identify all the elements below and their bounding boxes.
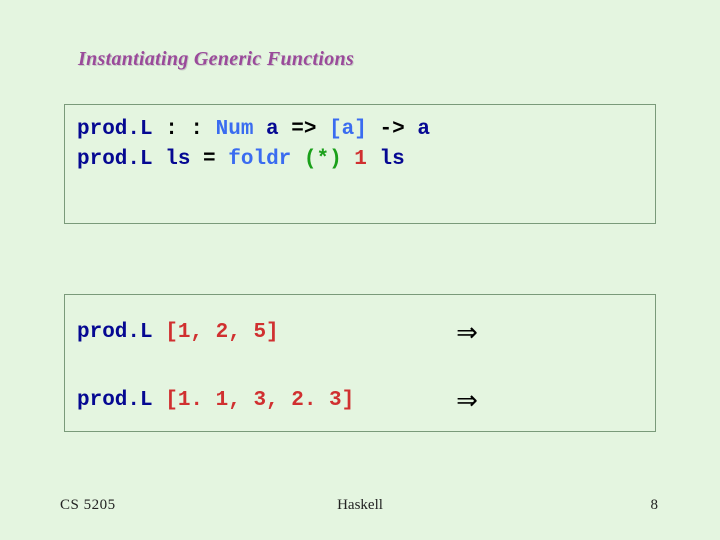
tok-ls: ls (153, 148, 203, 171)
footer-page: 8 (651, 497, 659, 514)
ident-prodl-ex2: prod.L (77, 389, 153, 412)
tok-a: a (253, 118, 291, 141)
tok-a2: a (417, 118, 430, 141)
slide-title: Instantiating Generic Functions (78, 48, 354, 71)
slide: Instantiating Generic Functions prod.L :… (0, 0, 720, 540)
example-1-code: prod.L [1, 2, 5] (77, 318, 407, 348)
tok-fatarrow: => (291, 118, 329, 141)
reduces-to-icon: ⇒ (447, 318, 487, 348)
tok-eq: = (203, 148, 228, 171)
example-2-code: prod.L [1. 1, 3, 2. 3] (77, 386, 407, 416)
tok-arrow: -> (367, 118, 417, 141)
tok-sp (291, 148, 304, 171)
ident-prodl: prod.L (77, 118, 153, 141)
code-line-2: prod.L ls = foldr (*) 1 ls (77, 145, 643, 175)
tok-ls2: ls (380, 148, 405, 171)
tok-coloncolon: : : (153, 118, 216, 141)
tok-foldr: foldr (228, 148, 291, 171)
lit-ex2: [1. 1, 3, 2. 3] (153, 389, 355, 412)
code-line-1: prod.L : : Num a => [a] -> a (77, 115, 643, 145)
footer-topic: Haskell (0, 497, 720, 514)
definition-box: prod.L : : Num a => [a] -> a prod.L ls =… (64, 104, 656, 224)
example-row-2: prod.L [1. 1, 3, 2. 3] ⇒ (77, 373, 643, 423)
reduces-to-icon-2: ⇒ (447, 386, 487, 416)
example-row-1: prod.L [1, 2, 5] ⇒ (77, 305, 643, 355)
tok-one: 1 (342, 148, 380, 171)
examples-box: prod.L [1, 2, 5] ⇒ prod.L [1. 1, 3, 2. 3… (64, 294, 656, 432)
lit-ex1: [1, 2, 5] (153, 321, 279, 344)
ident-prodl-ex1: prod.L (77, 321, 153, 344)
tok-star: (*) (304, 148, 342, 171)
row-spacer (77, 355, 643, 373)
tok-num: Num (216, 118, 254, 141)
ident-prodl2: prod.L (77, 148, 153, 171)
tok-list-a: [a] (329, 118, 367, 141)
